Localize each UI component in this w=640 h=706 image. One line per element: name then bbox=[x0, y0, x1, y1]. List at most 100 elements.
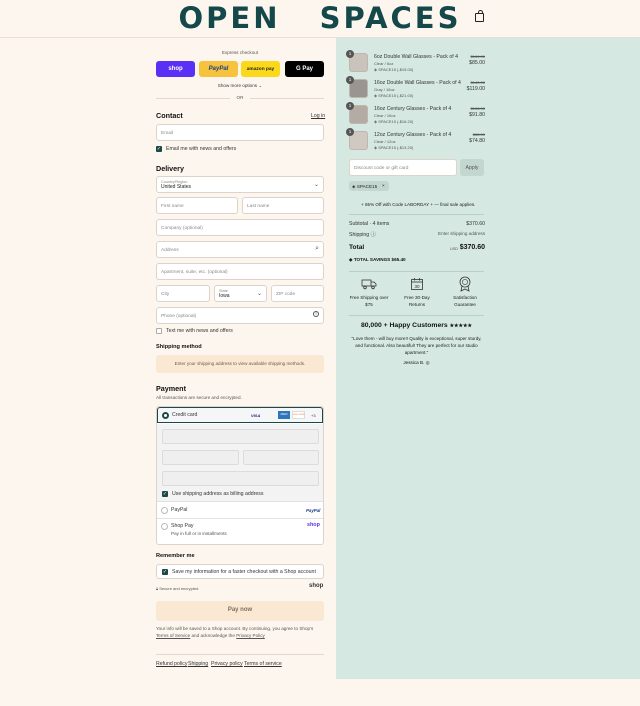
terms-of-service-link[interactable]: Terms of service bbox=[244, 661, 282, 667]
item-original-price: $140.00 bbox=[470, 80, 485, 85]
news-label: Email me with news and offers bbox=[166, 146, 237, 152]
item-name: 16oz Double Wall Glasses - Pack of 4 bbox=[374, 80, 461, 86]
help-icon[interactable]: ? bbox=[313, 311, 319, 317]
item-name: 16oz Century Glasses - Pack of 4 bbox=[374, 106, 452, 112]
item-name: 12oz Century Glasses - Pack of 4 bbox=[374, 132, 452, 138]
text-me-checkbox[interactable] bbox=[156, 328, 162, 334]
product-thumbnail: 1 bbox=[346, 76, 368, 98]
truck-icon bbox=[361, 279, 377, 290]
shop-pay-option[interactable]: Shop Pay Pay in full or in installments … bbox=[157, 519, 323, 544]
discover-icon: DISCOVER bbox=[292, 411, 305, 419]
city-field[interactable]: City bbox=[156, 285, 210, 302]
country-select[interactable]: Country/Region United States ⌄ bbox=[156, 176, 324, 193]
remove-code-icon[interactable]: × bbox=[382, 183, 385, 188]
address-field[interactable]: Address ⌕ bbox=[156, 241, 324, 258]
last-name-field[interactable]: Last name bbox=[242, 197, 324, 214]
text-me-label: Text me with news and offers bbox=[166, 328, 233, 334]
apartment-field[interactable]: Apartment, suite, etc. (optional) bbox=[156, 263, 324, 280]
refund-policy-link[interactable]: Refund policy bbox=[156, 661, 187, 667]
item-discount-text: SPACE15 (-$13.20) bbox=[378, 145, 414, 150]
perk-label: Returns bbox=[408, 302, 426, 307]
summary-divider bbox=[349, 214, 484, 215]
phone-field[interactable]: Phone (optional) ? bbox=[156, 307, 324, 324]
apply-button[interactable]: Apply bbox=[460, 159, 484, 176]
shipping-policy-link[interactable]: Shipping bbox=[188, 661, 208, 667]
paypal-button[interactable]: PayPal bbox=[199, 61, 238, 77]
verified-icon: ◎ bbox=[425, 360, 430, 365]
product-thumbnail: 1 bbox=[346, 128, 368, 150]
item-original-price: $100.00 bbox=[470, 54, 485, 59]
item-discount: ◈ SPACE15 (-$16.20) bbox=[374, 119, 413, 124]
company-field[interactable]: Company (optional) bbox=[156, 219, 324, 236]
tag-icon: ◈ bbox=[374, 67, 378, 72]
amex-icon: AMEX bbox=[278, 411, 290, 419]
billing-same-checkbox[interactable]: ✓ bbox=[162, 491, 168, 497]
show-more-options-link[interactable]: Show more options ⌄ bbox=[156, 83, 324, 89]
quantity-badge: 1 bbox=[346, 128, 354, 136]
card-number-field[interactable] bbox=[162, 429, 319, 444]
shipping-value: Enter shipping address bbox=[438, 231, 485, 236]
news-checkbox[interactable]: ✓ bbox=[156, 146, 162, 152]
save-info-checkbox[interactable]: ✓ bbox=[162, 569, 168, 575]
shipping-method-heading: Shipping method bbox=[156, 344, 202, 350]
secure-note: 🔒︎ Secure and encrypted bbox=[156, 586, 198, 591]
shopping-bag-icon[interactable] bbox=[475, 10, 484, 22]
privacy-policy-link[interactable]: Privacy policy bbox=[211, 661, 243, 667]
item-variant: Clear / 6oz bbox=[374, 61, 394, 66]
remember-me-box: ✓ Save my information for a faster check… bbox=[156, 564, 324, 579]
paypal-radio[interactable] bbox=[161, 507, 168, 514]
legal-line-1: Your info will be saved to a Shop accoun… bbox=[156, 626, 314, 631]
tag-icon: ◈ bbox=[374, 93, 378, 98]
paypal-option[interactable]: PayPal PayPal bbox=[157, 503, 323, 519]
country-value: United States bbox=[161, 184, 192, 190]
amazon-pay-button[interactable]: amazon pay bbox=[241, 61, 280, 77]
name-on-card-field[interactable] bbox=[162, 471, 319, 486]
privacy-link[interactable]: Privacy Policy bbox=[236, 633, 265, 638]
item-price: $74.80 bbox=[469, 138, 485, 144]
email-field[interactable]: Email bbox=[156, 124, 324, 141]
shop-pay-radio[interactable] bbox=[161, 523, 168, 530]
legal-and: and acknowledge the bbox=[191, 633, 235, 638]
pay-now-label: Pay now bbox=[227, 607, 253, 613]
delivery-heading: Delivery bbox=[156, 164, 184, 173]
payment-options: Credit card VISA AMEX DISCOVER +3 ✓ Use … bbox=[156, 406, 324, 545]
credit-card-option[interactable]: Credit card VISA AMEX DISCOVER +3 bbox=[157, 407, 323, 423]
header: OPEN SPACES bbox=[0, 0, 640, 38]
security-code-field[interactable] bbox=[243, 450, 319, 465]
discount-code-field[interactable]: Discount code or gift card bbox=[349, 159, 457, 176]
item-discount: ◈ SPACE15 (-$21.00) bbox=[374, 93, 413, 98]
card-form: ✓ Use shipping address as billing addres… bbox=[157, 424, 323, 502]
award-icon bbox=[459, 276, 471, 292]
shop-logo: shop bbox=[309, 583, 324, 589]
info-icon[interactable]: ⓘ bbox=[371, 232, 376, 238]
login-link[interactable]: Log in bbox=[311, 113, 325, 119]
show-more-label: Show more options bbox=[217, 83, 258, 88]
state-select[interactable]: State Iowa ⌄ bbox=[214, 285, 267, 302]
credit-card-radio[interactable] bbox=[162, 412, 169, 419]
terms-link[interactable]: Terms of Service bbox=[156, 633, 190, 638]
item-variant: Clear / 16oz bbox=[374, 113, 396, 118]
item-price: $91.80 bbox=[469, 112, 485, 118]
zip-field[interactable]: ZIP code bbox=[271, 285, 324, 302]
review-quote: apartment." bbox=[404, 350, 429, 355]
shop-pay-button[interactable]: shop bbox=[156, 61, 195, 77]
divider-right bbox=[250, 98, 324, 99]
payment-heading: Payment bbox=[156, 384, 186, 393]
express-checkout-title: Express checkout bbox=[221, 50, 259, 55]
promo-note: + 65% Off with Code LABORDAY + — final s… bbox=[361, 202, 476, 207]
star-rating: ★★★★★ bbox=[449, 323, 472, 329]
brand-logo[interactable]: OPEN SPACES bbox=[0, 1, 640, 35]
expiration-field[interactable] bbox=[162, 450, 239, 465]
review-author: Jessica B. ◎ bbox=[349, 360, 484, 366]
calendar-number: 30 bbox=[414, 284, 420, 289]
perk-label: Guarantee bbox=[454, 302, 476, 307]
chevron-down-icon: ⌄ bbox=[256, 291, 262, 297]
pay-now-button[interactable]: Pay now bbox=[156, 601, 324, 621]
subtotal-value: $370.60 bbox=[466, 221, 485, 227]
credit-card-label: Credit card bbox=[172, 412, 198, 418]
currency-code: USD bbox=[450, 247, 459, 251]
google-pay-button[interactable]: G Pay bbox=[285, 61, 324, 77]
state-value: Iowa bbox=[219, 293, 230, 299]
first-name-field[interactable]: First name bbox=[156, 197, 238, 214]
item-price: $85.00 bbox=[469, 60, 485, 66]
